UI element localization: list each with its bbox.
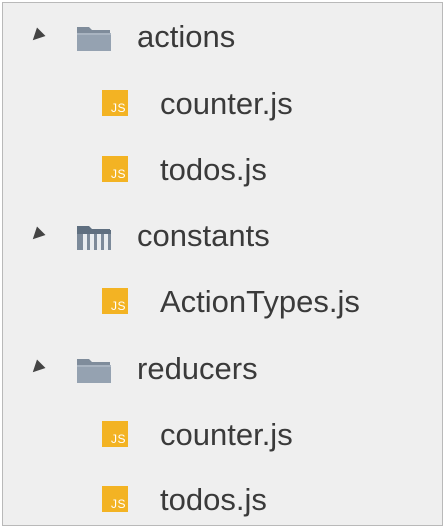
folder-label: constants — [137, 218, 270, 253]
tree-folder-constants[interactable]: constants — [3, 210, 442, 260]
folder-label: actions — [137, 19, 236, 54]
folder-open-icon — [77, 226, 111, 250]
expand-arrow-icon[interactable] — [28, 359, 46, 377]
tree-folder-reducers[interactable]: reducers — [3, 343, 442, 393]
tree-file-todos-js[interactable]: JS todos.js — [3, 474, 442, 524]
tree-folder-actions[interactable]: actions — [3, 11, 442, 61]
tree-file-counter-js[interactable]: JS counter.js — [3, 409, 442, 459]
file-label: todos.js — [160, 152, 267, 187]
folder-icon — [77, 359, 111, 383]
js-file-icon: JS — [102, 90, 128, 116]
expand-arrow-icon[interactable] — [28, 27, 46, 45]
folder-label: reducers — [137, 351, 258, 386]
file-label: todos.js — [160, 482, 267, 517]
folder-icon — [77, 27, 111, 51]
js-file-icon: JS — [102, 421, 128, 447]
tree-file-counter-js[interactable]: JS counter.js — [3, 78, 442, 128]
file-explorer-tree: actions JS counter.js JS todos.js consta… — [2, 2, 443, 526]
file-label: counter.js — [160, 417, 293, 452]
expand-arrow-icon[interactable] — [28, 226, 46, 244]
tree-file-todos-js[interactable]: JS todos.js — [3, 144, 442, 194]
file-label: ActionTypes.js — [160, 284, 360, 319]
tree-file-actiontypes-js[interactable]: JS ActionTypes.js — [3, 276, 442, 326]
file-label: counter.js — [160, 86, 293, 121]
js-file-icon: JS — [102, 486, 128, 512]
js-file-icon: JS — [102, 156, 128, 182]
js-file-icon: JS — [102, 288, 128, 314]
